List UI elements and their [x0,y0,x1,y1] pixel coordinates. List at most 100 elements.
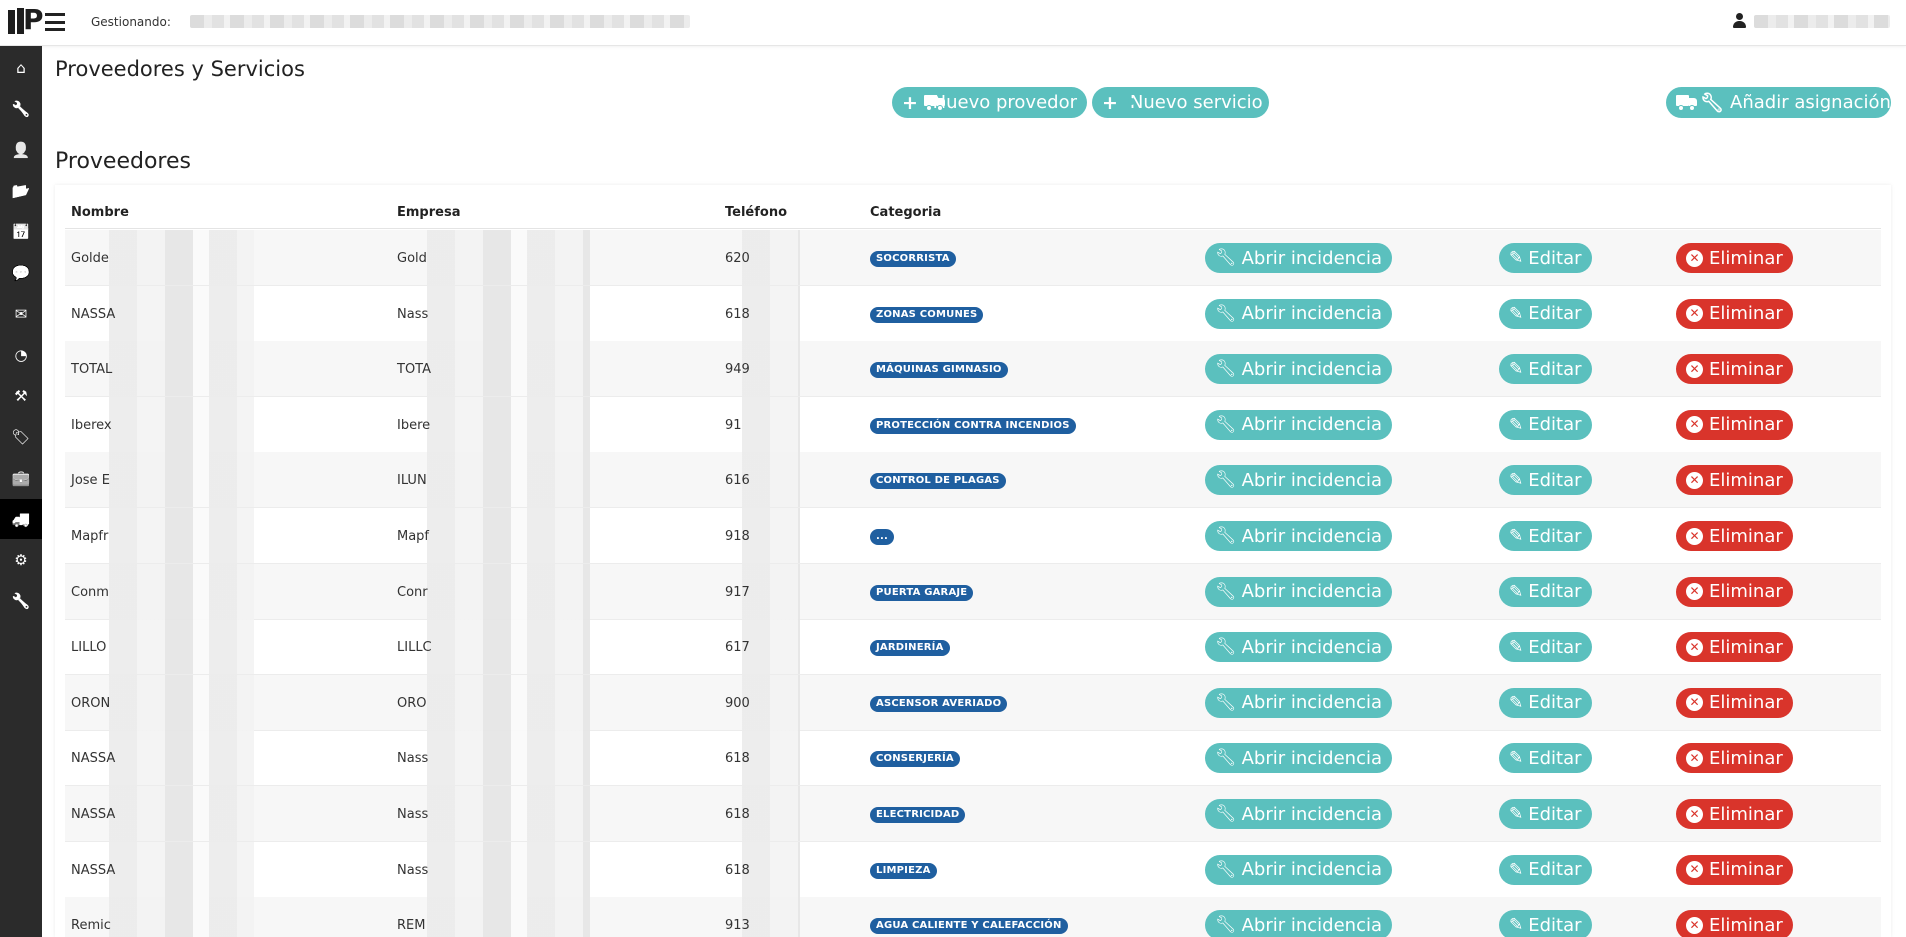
delete-button[interactable]: ✕ Eliminar [1676,298,1793,329]
user-name-redacted[interactable] [1754,15,1890,28]
delete-button[interactable]: ✕ Eliminar [1676,799,1793,829]
edit-button[interactable]: ✎ Editar [1499,910,1592,937]
redacted-phone [742,285,800,341]
sidebar-item-wrench[interactable]: 🔧 [0,89,42,129]
edit-button[interactable]: ✎ Editar [1499,743,1592,774]
sidebar-item-briefcase[interactable]: 💼 [0,458,42,498]
sidebar-item-cogs[interactable]: ⚙ [0,540,42,580]
delete-button[interactable]: ✕ Eliminar [1676,521,1793,551]
delete-button[interactable]: ✕ Eliminar [1676,854,1793,885]
open-incident-button[interactable]: 🔧︎ Abrir incidencia [1205,409,1392,440]
edit-button[interactable]: ✎ Editar [1499,521,1592,551]
redacted-company [427,730,590,786]
delete-button[interactable]: ✕ Eliminar [1676,409,1793,440]
new-service-button[interactable]: + Nuevo servicio [1092,87,1269,118]
delete-button[interactable]: ✕ Eliminar [1676,243,1793,273]
open-incident-label: Abrir incidencia [1241,247,1382,269]
redacted-company [427,563,590,619]
edit-button[interactable]: ✎ Editar [1499,243,1592,273]
sidebar-item-calendar[interactable]: 📅 [0,212,42,252]
redacted-company [427,230,590,285]
sidebar-item-folder-open[interactable]: 📂 [0,171,42,211]
redacted-name [109,396,254,452]
open-incident-button[interactable]: 🔧︎ Abrir incidencia [1205,576,1392,607]
delete-button[interactable]: ✕ Eliminar [1676,354,1793,385]
pencil-icon: ✎ [1509,359,1524,380]
redacted-name [109,674,254,730]
edit-button[interactable]: ✎ Editar [1499,576,1592,607]
open-incident-label: Abrir incidencia [1241,636,1382,658]
app-logo[interactable]: P [8,3,44,36]
edit-button[interactable]: ✎ Editar [1499,298,1592,329]
open-incident-button[interactable]: 🔧︎ Abrir incidencia [1205,687,1392,718]
column-header-phone[interactable]: Teléfono [725,205,787,220]
page-title: Proveedores y Servicios [55,57,305,81]
delete-button[interactable]: ✕ Eliminar [1676,576,1793,607]
open-incident-button[interactable]: 🔧︎ Abrir incidencia [1205,743,1392,774]
redacted-name [109,508,254,563]
table-row: Golde Gold 620 SOCORRISTA 🔧︎ Abrir incidencia… [65,230,1881,286]
sidebar-item-pie-chart[interactable]: ◔ [0,335,42,375]
open-incident-button[interactable]: 🔧︎ Abrir incidencia [1205,521,1392,551]
open-incident-button[interactable]: 🔧︎ Abrir incidencia [1205,354,1392,385]
pencil-icon: ✎ [1509,581,1524,602]
times-circle-icon: ✕ [1686,916,1703,934]
edit-label: Editar [1528,525,1582,547]
provider-phone: 618 [725,807,750,822]
open-incident-button[interactable]: 🔧︎ Abrir incidencia [1205,465,1392,496]
redacted-company [427,396,590,452]
open-incident-button[interactable]: 🔧︎ Abrir incidencia [1205,910,1392,937]
edit-button[interactable]: ✎ Editar [1499,854,1592,885]
table-row: NASSA Nass 618 CONSERJERÍA 🔧︎ Abrir incidenci… [65,730,1881,787]
open-incident-button[interactable]: 🔧︎ Abrir incidencia [1205,854,1392,885]
edit-button[interactable]: ✎ Editar [1499,687,1592,718]
open-incident-button[interactable]: 🔧︎ Abrir incidencia [1205,298,1392,329]
open-incident-button[interactable]: 🔧︎ Abrir incidencia [1205,243,1392,273]
wrench-icon: 🔧︎ [1215,804,1237,824]
edit-label: Editar [1528,803,1582,825]
pencil-icon: ✎ [1509,915,1524,936]
edit-button[interactable]: ✎ Editar [1499,465,1592,496]
open-incident-label: Abrir incidencia [1241,581,1382,603]
sidebar-item-gavel[interactable]: ⚒ [0,376,42,416]
provider-name: NASSA [71,807,116,822]
open-incident-button[interactable]: 🔧︎ Abrir incidencia [1205,632,1392,663]
times-circle-icon: ✕ [1686,694,1703,712]
redacted-name [109,563,254,619]
menu-toggle-icon[interactable] [45,13,65,31]
column-header-category[interactable]: Categoria [870,205,941,220]
sidebar-item-truck[interactable]: 🚚 [0,499,42,539]
sidebar-item-home[interactable]: ⌂ [0,48,42,88]
add-assignment-button[interactable]: ➔ 🔧︎ Añadir asignación [1666,87,1891,118]
edit-button[interactable]: ✎ Editar [1499,354,1592,385]
delete-button[interactable]: ✕ Eliminar [1676,687,1793,718]
times-circle-icon: ✕ [1686,527,1703,545]
sidebar-item-tags[interactable]: 🏷 [0,417,42,457]
delete-button[interactable]: ✕ Eliminar [1676,910,1793,937]
category-badge: MÁQUINAS GIMNASIO [870,362,1008,379]
redacted-phone [742,897,800,937]
table-row: Jose E ILUN 616 CONTROL DE PLAGAS 🔧︎ Abrir in… [65,452,1881,509]
delete-button[interactable]: ✕ Eliminar [1676,743,1793,774]
open-incident-button[interactable]: 🔧︎ Abrir incidencia [1205,799,1392,829]
delete-label: Eliminar [1709,581,1783,603]
delete-button[interactable]: ✕ Eliminar [1676,632,1793,663]
sidebar-item-user[interactable]: 👤 [0,130,42,170]
providers-section-title: Proveedores [55,149,191,174]
table-header: Nombre Empresa Teléfono Categoria [65,185,1881,229]
user-icon[interactable] [1732,13,1746,29]
home-icon: ⌂ [16,59,26,77]
cogs-icon: ⚙ [14,551,28,569]
column-header-company[interactable]: Empresa [397,205,460,220]
sidebar-item-comments[interactable]: 💬 [0,253,42,293]
sidebar-item-envelope[interactable]: ✉ [0,294,42,334]
delete-button[interactable]: ✕ Eliminar [1676,465,1793,496]
edit-button[interactable]: ✎ Editar [1499,799,1592,829]
new-provider-button[interactable]: + Nuevo provedor [892,87,1087,118]
sidebar-item-wrench-alt[interactable]: 🔧 [0,581,42,621]
edit-button[interactable]: ✎ Editar [1499,409,1592,440]
provider-company: Nass [397,862,429,878]
edit-button[interactable]: ✎ Editar [1499,632,1592,663]
open-incident-label: Abrir incidencia [1241,358,1382,380]
column-header-name[interactable]: Nombre [71,205,129,220]
